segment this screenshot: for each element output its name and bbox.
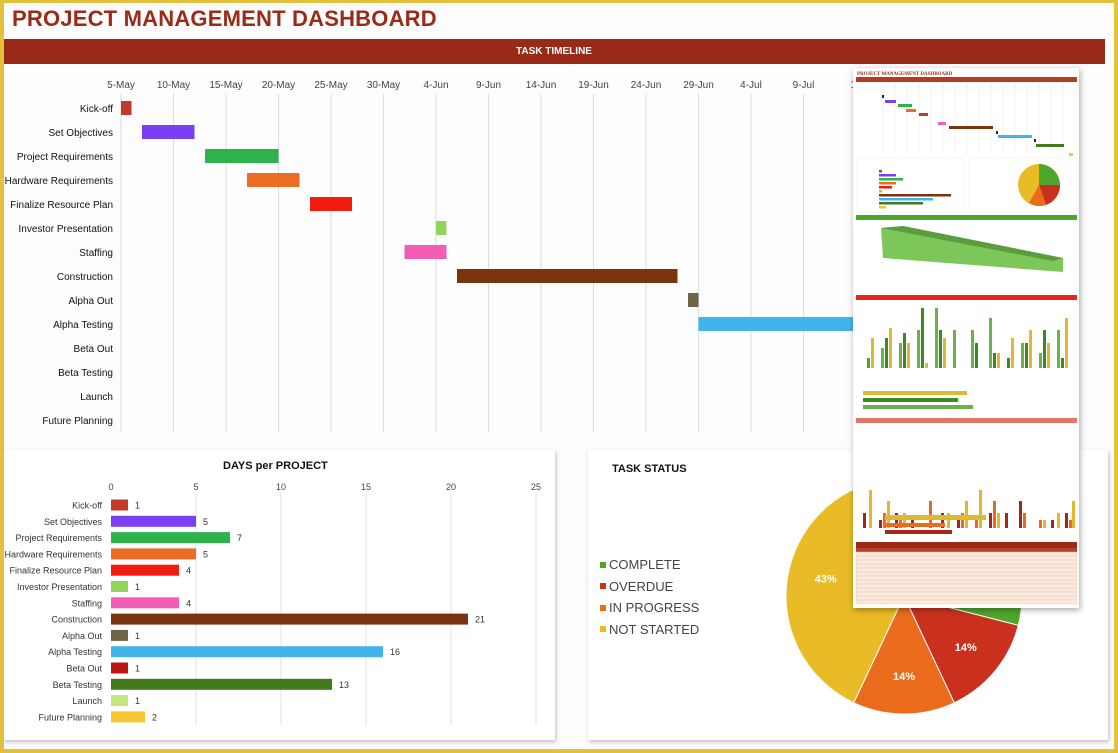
days-value-label: 16 xyxy=(390,647,400,657)
page-title: PROJECT MANAGEMENT DASHBOARD xyxy=(12,6,437,31)
gantt-task-label: Investor Presentation xyxy=(19,224,114,235)
gantt-task-label: Launch xyxy=(80,392,113,403)
gantt-date-tick: 10-May xyxy=(157,80,190,91)
gantt-task-label: Future Planning xyxy=(42,416,113,427)
days-bar xyxy=(111,629,128,641)
gantt-date-tick: 15-May xyxy=(209,80,242,91)
days-value-label: 4 xyxy=(186,598,191,608)
days-value-label: 1 xyxy=(135,582,140,592)
gantt-task-label: Set Objectives xyxy=(49,128,113,139)
gantt-bar xyxy=(247,173,300,187)
days-value-label: 1 xyxy=(135,664,140,674)
gantt-task-label: Alpha Out xyxy=(69,296,114,307)
gantt-date-tick: 25-May xyxy=(314,80,347,91)
days-bar xyxy=(111,613,468,625)
days-bar xyxy=(111,532,230,544)
gantt-bar xyxy=(698,317,860,331)
days-x-tick: 25 xyxy=(531,482,541,492)
svg-text:PROJECT MANAGEMENT DASHBOARD: PROJECT MANAGEMENT DASHBOARD xyxy=(857,72,953,77)
days-value-label: 5 xyxy=(203,549,208,559)
gantt-bar xyxy=(142,125,195,139)
gantt-bar xyxy=(205,149,279,163)
gantt-bar xyxy=(310,197,352,211)
pie-slice-label: 14% xyxy=(893,671,915,683)
gantt-task-label: Hardware Requirements xyxy=(5,176,113,187)
days-category-label: Staffing xyxy=(72,598,102,608)
thumbnail-graphic: PROJECT MANAGEMENT DASHBOARD xyxy=(853,68,1079,608)
gantt-task-label: Project Requirements xyxy=(17,152,113,163)
days-bar xyxy=(111,499,128,511)
days-category-label: Investor Presentation xyxy=(17,582,102,592)
days-value-label: 13 xyxy=(339,680,349,690)
gantt-date-tick: 5-May xyxy=(107,80,135,91)
days-bar xyxy=(111,646,383,658)
days-value-label: 1 xyxy=(135,631,140,641)
gantt-date-tick: 29-Jun xyxy=(683,80,714,91)
days-value-label: 2 xyxy=(152,712,157,722)
days-bar xyxy=(111,597,179,609)
days-x-tick: 15 xyxy=(361,482,371,492)
days-bar xyxy=(111,515,196,527)
gantt-bar xyxy=(436,221,447,235)
days-value-label: 5 xyxy=(203,517,208,527)
days-category-label: Project Requirements xyxy=(15,533,102,543)
days-x-tick: 10 xyxy=(276,482,286,492)
gantt-task-label: Construction xyxy=(57,272,113,283)
days-value-label: 1 xyxy=(135,696,140,706)
gantt-date-tick: 14-Jun xyxy=(526,80,557,91)
gantt-date-tick: 30-May xyxy=(367,80,400,91)
days-category-label: Set Objectives xyxy=(44,517,103,527)
days-category-label: Launch xyxy=(72,696,102,706)
days-category-label: Hardware Requirements xyxy=(4,549,102,559)
days-category-label: Alpha Testing xyxy=(48,647,102,657)
days-bar xyxy=(111,548,196,560)
timeline-band: TASK TIMELINE xyxy=(3,39,1105,64)
days-category-label: Beta Testing xyxy=(53,680,102,690)
days-category-label: Construction xyxy=(51,615,102,625)
days-per-project-panel: DAYS per PROJECT 0 5 10 15 20 25 Kick-off 1 Set … xyxy=(3,450,555,740)
days-value-label: 4 xyxy=(186,566,191,576)
gantt-task-label: Finalize Resource Plan xyxy=(10,200,113,211)
days-value-label: 7 xyxy=(237,533,242,543)
gantt-task-label: Beta Testing xyxy=(58,368,113,379)
days-category-label: Beta Out xyxy=(66,664,102,674)
gantt-date-tick: 4-Jun xyxy=(423,80,448,91)
gantt-date-tick: 20-May xyxy=(262,80,295,91)
days-bar xyxy=(111,678,332,690)
gantt-date-tick: 9-Jun xyxy=(476,80,501,91)
days-bar xyxy=(111,662,128,674)
days-x-tick: 5 xyxy=(193,482,198,492)
gantt-bar xyxy=(121,101,132,115)
gantt-task-label: Kick-off xyxy=(80,104,113,115)
dashboard-thumbnail-image: PROJECT MANAGEMENT DASHBOARD xyxy=(853,68,1079,608)
days-category-label: Finalize Resource Plan xyxy=(9,566,102,576)
gantt-bar xyxy=(688,293,699,307)
gantt-date-tick: 4-Jul xyxy=(740,80,762,91)
days-x-tick: 0 xyxy=(108,482,113,492)
pie-slice-label: 14% xyxy=(955,642,977,654)
gantt-date-tick: 24-Jun xyxy=(631,80,662,91)
gantt-bar xyxy=(457,269,678,283)
days-bar xyxy=(111,564,179,576)
days-x-tick: 20 xyxy=(446,482,456,492)
gantt-task-label: Beta Out xyxy=(74,344,114,355)
pie-slice-label: 43% xyxy=(815,573,837,585)
days-value-label: 21 xyxy=(475,615,485,625)
days-category-label: Alpha Out xyxy=(62,631,103,641)
days-bar-chart: 0 5 10 15 20 25Kick-off 1Set Objectives 5Projec… xyxy=(4,482,541,725)
days-category-label: Kick-off xyxy=(72,501,102,511)
days-value-label: 1 xyxy=(135,501,140,511)
gantt-date-tick: 19-Jun xyxy=(578,80,609,91)
gantt-bar xyxy=(404,245,447,259)
days-category-label: Future Planning xyxy=(38,712,102,722)
gantt-task-label: Staffing xyxy=(79,248,113,259)
days-bar xyxy=(111,695,128,707)
gantt-date-tick: 9-Jul xyxy=(793,80,815,91)
gantt-task-label: Alpha Testing xyxy=(53,320,113,331)
gantt-chart: 5-May 10-May 15-May 20-May 25-May 30-May 4-Jun… xyxy=(5,80,860,432)
days-bar xyxy=(111,581,128,592)
days-bar xyxy=(111,711,145,723)
